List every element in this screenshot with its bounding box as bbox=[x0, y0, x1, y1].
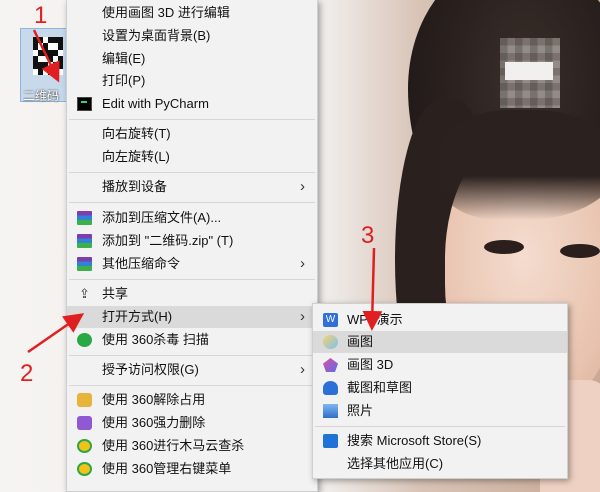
annotation-arrow-1 bbox=[32, 29, 60, 83]
annotation-arrow-3 bbox=[362, 247, 383, 331]
annotation-step-2: 2 bbox=[20, 360, 34, 387]
annotation-step-1: 1 bbox=[34, 2, 48, 29]
annotation-arrows bbox=[27, 29, 383, 354]
annotation-step-3: 3 bbox=[361, 222, 375, 249]
annotation-arrow-2 bbox=[27, 313, 85, 354]
